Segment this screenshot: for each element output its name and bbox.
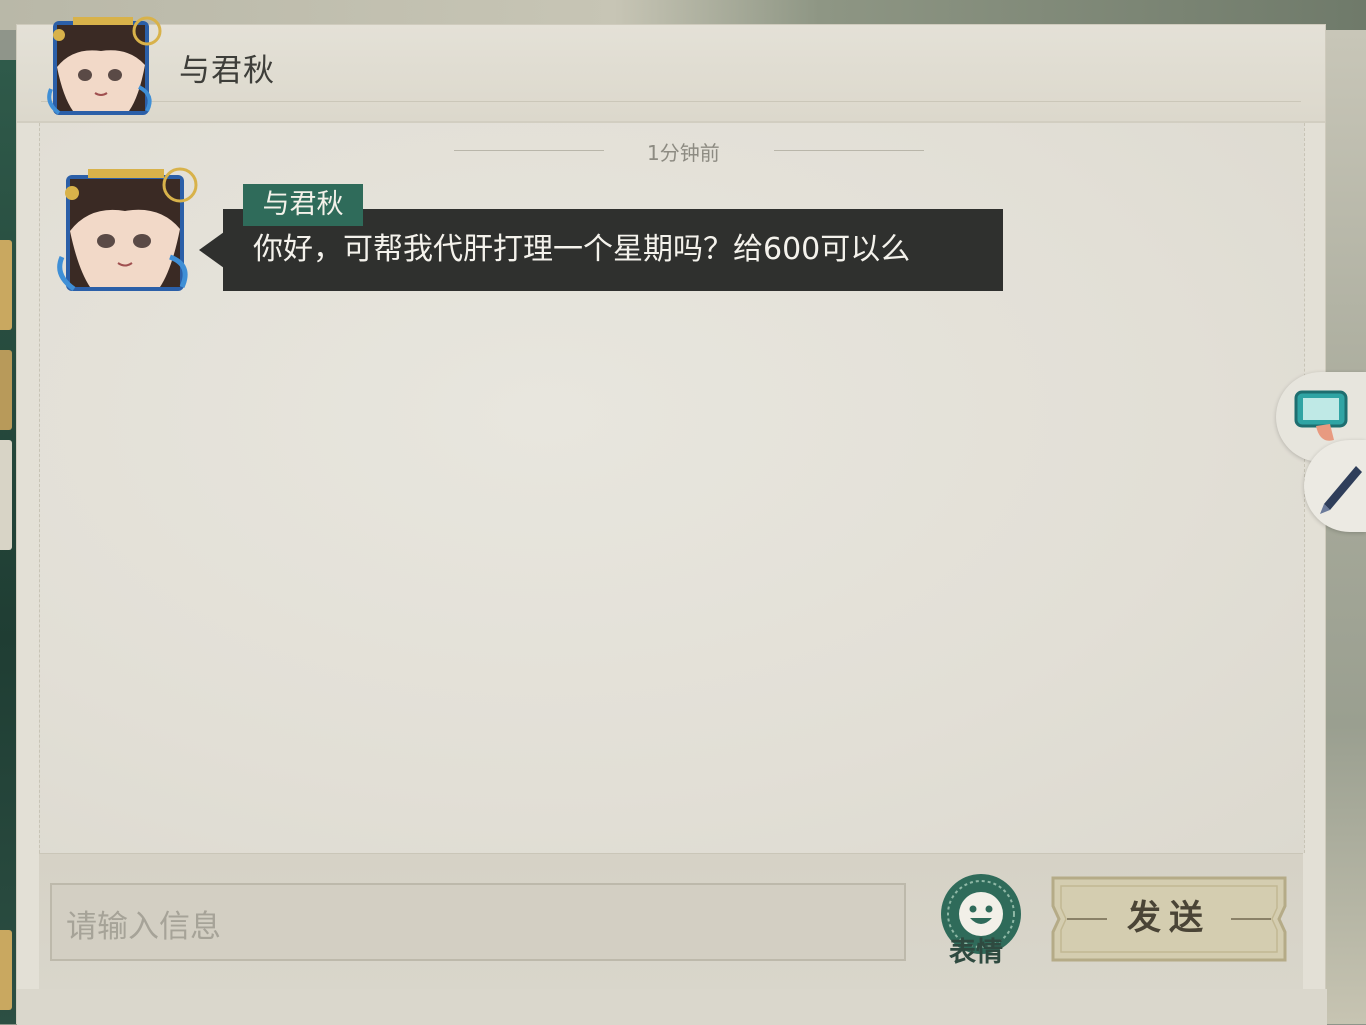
bubble-tail [199, 232, 224, 268]
composer-bar: 请输入信息 表情 发送 [39, 853, 1303, 990]
floating-pen-tool[interactable] [1304, 440, 1366, 532]
left-tab-2 [0, 350, 12, 430]
header-divider [41, 101, 1301, 102]
emoji-button-label: 表情 [949, 937, 1003, 968]
emoji-button[interactable]: 表情 [935, 872, 1027, 972]
contact-avatar[interactable] [43, 7, 165, 121]
timestamp-rule-right [774, 150, 924, 151]
message-input[interactable]: 请输入信息 [50, 883, 906, 961]
send-button-label: 发送 [1127, 898, 1211, 938]
left-tab-4 [0, 930, 12, 1010]
header-contact-name: 与君秋 [179, 53, 275, 89]
pen-icon [1320, 466, 1362, 514]
chat-header: 与君秋 [17, 16, 1325, 123]
panel-footer [17, 989, 1327, 1025]
sender-avatar[interactable] [52, 153, 202, 299]
send-button[interactable]: 发送 [1049, 876, 1289, 962]
sender-name-tag: 与君秋 [243, 184, 363, 226]
left-tab-1 [0, 240, 12, 330]
left-tab-3 [0, 440, 12, 550]
message-list[interactable]: 1分钟前 你好，可帮我代肝打理一个星期吗？给600可以么 与君秋 [39, 123, 1305, 853]
timestamp-rule-left [454, 150, 604, 151]
chat-window: 与君秋 1分钟前 你好，可帮我代肝打理一个星期吗？给600可以么 与君秋 请输入… [16, 16, 1327, 1025]
message-timestamp: 1分钟前 [647, 141, 720, 165]
